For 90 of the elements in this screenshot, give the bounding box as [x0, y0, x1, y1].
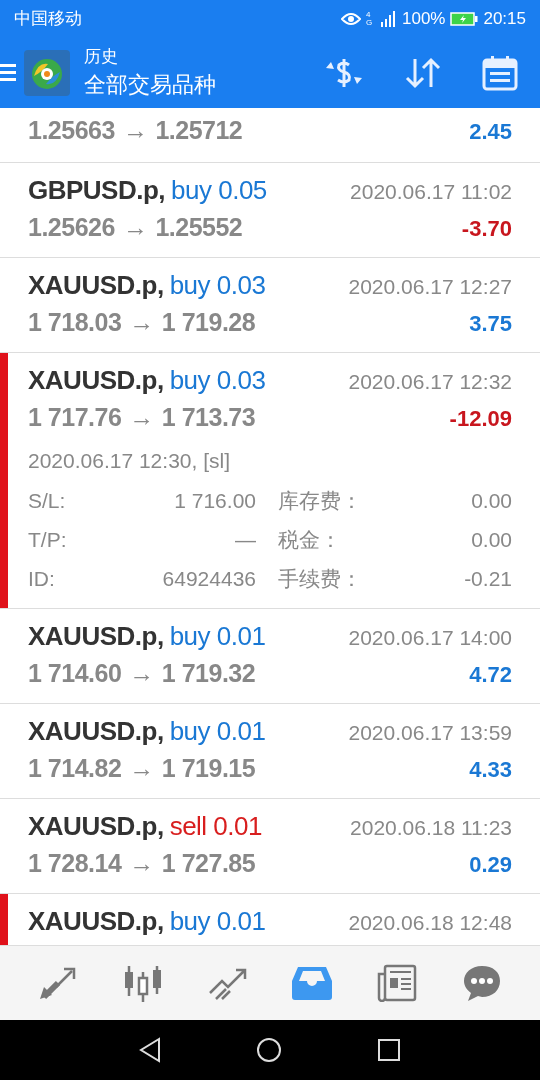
arrow-text: → — [129, 754, 154, 783]
arrow-text: → — [129, 403, 154, 432]
open-price: 1 717.76 — [28, 403, 122, 432]
symbol-name: XAUUSD.p, — [28, 621, 164, 652]
carrier-name: 中国移动 — [14, 8, 82, 30]
trade-row[interactable]: XAUUSD.p, buy 0.03 2020.06.17 12:27 1 718.03 → 1 719.28 3.75 — [0, 258, 540, 353]
arrow-text: → — [122, 116, 148, 145]
field-value: 0.00 — [470, 527, 512, 553]
open-price: 1.25626 — [28, 213, 115, 242]
profit-value: 4.33 — [469, 757, 512, 783]
trade-time: 2020.06.17 11:02 — [350, 180, 512, 204]
eye-icon — [340, 11, 361, 26]
symbol-name: XAUUSD.p, — [28, 270, 164, 301]
battery-percent: 100% — [401, 8, 446, 29]
close-price: 1 719.15 — [161, 754, 256, 783]
symbol-filter[interactable]: 全部交易品种 — [84, 70, 324, 100]
symbol-name: XAUUSD.p, — [28, 906, 164, 937]
trade-time: 2020.06.18 11:23 — [350, 816, 512, 840]
profit-value: -3.70 — [461, 216, 512, 242]
symbol-name: GBPUSD.p, — [28, 175, 166, 206]
field-label: S/L: — [28, 488, 67, 514]
signal-icon — [380, 10, 397, 27]
order-type: buy 0.01 — [169, 906, 266, 937]
symbol-name: XAUUSD.p, — [28, 811, 164, 842]
close-price: 1 713.73 — [161, 403, 256, 432]
field-label: T/P: — [28, 527, 68, 553]
order-type: sell 0.01 — [169, 811, 262, 842]
newspaper-icon[interactable] — [376, 964, 417, 1002]
arrow-text: → — [122, 213, 148, 242]
battery-icon — [450, 11, 479, 26]
trade-row[interactable]: XAUUSD.p, buy 0.01 2020.06.17 13:59 1 714.82 → 1 719.15 4.33 — [0, 704, 540, 799]
close-info: 2020.06.17 12:30, [sl] — [28, 449, 230, 473]
field-label: 税金： — [277, 527, 342, 553]
menu-icon[interactable] — [0, 61, 16, 84]
trade-row[interactable]: XAUUSD.p, buy 0.01 2020.06.17 14:00 1 714.60 → 1 719.32 4.72 — [0, 609, 540, 704]
inbox-tray-icon[interactable] — [292, 965, 333, 1001]
trade-time: 2020.06.17 14:00 — [348, 626, 512, 650]
candlestick-icon[interactable] — [123, 964, 163, 1002]
profit-value: 2.45 — [469, 119, 512, 145]
trade-time: 2020.06.17 12:32 — [348, 370, 512, 394]
symbol-name: XAUUSD.p, — [28, 365, 164, 396]
trade-row[interactable]: XAUUSD.p, buy 0.03 2020.06.17 12:32 1 717.76 → 1 713.73 -12.09 2020.06.17 12:30, [sl] S/L: 1 716.00 库存费： 0.00 T/P: — 税金： 0.00 ID: 64924436 手续费： -0.21 — [0, 353, 540, 609]
field-value: 1 716.00 — [173, 488, 256, 514]
trade-time: 2020.06.17 12:27 — [348, 275, 512, 299]
order-type: buy 0.03 — [169, 365, 266, 396]
home-icon[interactable] — [256, 1037, 282, 1063]
profit-value: 3.75 — [469, 311, 512, 337]
arrow-text: → — [129, 308, 154, 337]
close-price: 1.25712 — [155, 116, 243, 145]
open-price: 1 714.82 — [28, 754, 122, 783]
order-type: buy 0.01 — [169, 621, 266, 652]
field-label: 手续费： — [277, 566, 363, 592]
recents-icon[interactable] — [377, 1038, 401, 1062]
arrow-text: → — [129, 659, 154, 688]
close-price: 1 719.32 — [161, 659, 256, 688]
arrow-text: → — [129, 849, 154, 878]
clock: 20:15 — [483, 8, 526, 29]
symbol-name: XAUUSD.p, — [28, 716, 164, 747]
sort-icon[interactable] — [404, 55, 442, 90]
trade-time: 2020.06.18 12:48 — [348, 911, 512, 935]
trade-row[interactable]: XAUUSD.p, buy 0.01 2020.06.18 12:48 — [0, 894, 540, 945]
field-value: — — [234, 527, 256, 553]
profit-value: 4.72 — [469, 662, 512, 688]
open-price: 1 728.14 — [28, 849, 122, 878]
order-type: buy 0.03 — [169, 270, 266, 301]
profit-value: 0.29 — [469, 852, 512, 878]
order-type: buy 0.01 — [169, 716, 266, 747]
trade-row[interactable]: XAUUSD.p, sell 0.01 2020.06.18 11:23 1 728.14 → 1 727.85 0.29 — [0, 799, 540, 894]
close-price: 1 719.28 — [161, 308, 256, 337]
open-price: 1 714.60 — [28, 659, 122, 688]
field-label: 库存费： — [277, 488, 363, 514]
trade-row[interactable]: GBPUSD.p, buy 0.05 2020.06.17 11:02 1.25626 → 1.25552 -3.70 — [0, 163, 540, 258]
open-price: 1 718.03 — [28, 308, 122, 337]
chat-bubble-icon[interactable] — [461, 964, 502, 1002]
network-type: 4G — [365, 10, 374, 27]
trade-row[interactable]: 1.25663 → 1.25712 2.45 — [0, 108, 540, 163]
field-value: 0.00 — [470, 488, 512, 514]
close-price: 1.25552 — [155, 213, 243, 242]
screen-title: 历史 — [84, 46, 119, 68]
back-icon[interactable] — [139, 1037, 161, 1063]
order-type: buy 0.05 — [171, 175, 267, 206]
close-price: 1 727.85 — [161, 849, 256, 878]
field-value: 64924436 — [161, 566, 256, 592]
field-value: -0.21 — [463, 566, 512, 592]
trade-time: 2020.06.17 13:59 — [348, 721, 512, 745]
profit-value: -12.09 — [449, 406, 512, 432]
open-price: 1.25663 — [28, 116, 115, 145]
field-label: ID: — [28, 566, 56, 592]
app-logo-icon[interactable] — [24, 49, 70, 96]
calendar-icon[interactable] — [482, 54, 518, 91]
